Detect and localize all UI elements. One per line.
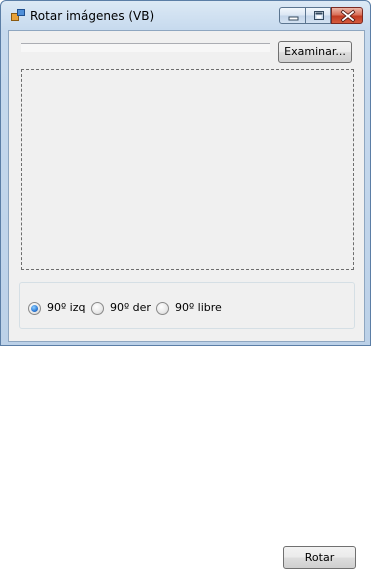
maximize-icon <box>314 11 324 20</box>
radio-rotate-free[interactable] <box>156 302 169 315</box>
image-preview-area <box>21 69 354 270</box>
browse-button[interactable]: Examinar... <box>278 41 352 63</box>
minimize-icon <box>288 16 299 21</box>
rotate-button[interactable]: Rotar <box>283 546 356 569</box>
minimize-button[interactable] <box>279 7 306 24</box>
title-bar[interactable]: Rotar imágenes (VB) <box>1 1 370 29</box>
radio-rotate-left[interactable] <box>28 302 41 315</box>
radio-rotate-right[interactable] <box>91 302 104 315</box>
close-button[interactable] <box>331 7 363 24</box>
close-icon <box>340 9 356 23</box>
app-window-icon <box>11 9 25 21</box>
client-area: Examinar... 90º izq 90º der 90º libre Ro… <box>8 30 365 569</box>
maximize-button[interactable] <box>305 7 331 24</box>
file-path-input[interactable] <box>21 43 270 52</box>
radio-rotate-left-label[interactable]: 90º izq <box>47 301 86 314</box>
app-window: Rotar imágenes (VB) Examinar... 90º izq … <box>0 0 371 569</box>
radio-rotate-free-label[interactable]: 90º libre <box>175 301 222 314</box>
radio-rotate-right-label[interactable]: 90º der <box>110 301 151 314</box>
window-title: Rotar imágenes (VB) <box>30 9 155 23</box>
rotation-options-group: 90º izq 90º der 90º libre Rotar <box>19 282 356 569</box>
